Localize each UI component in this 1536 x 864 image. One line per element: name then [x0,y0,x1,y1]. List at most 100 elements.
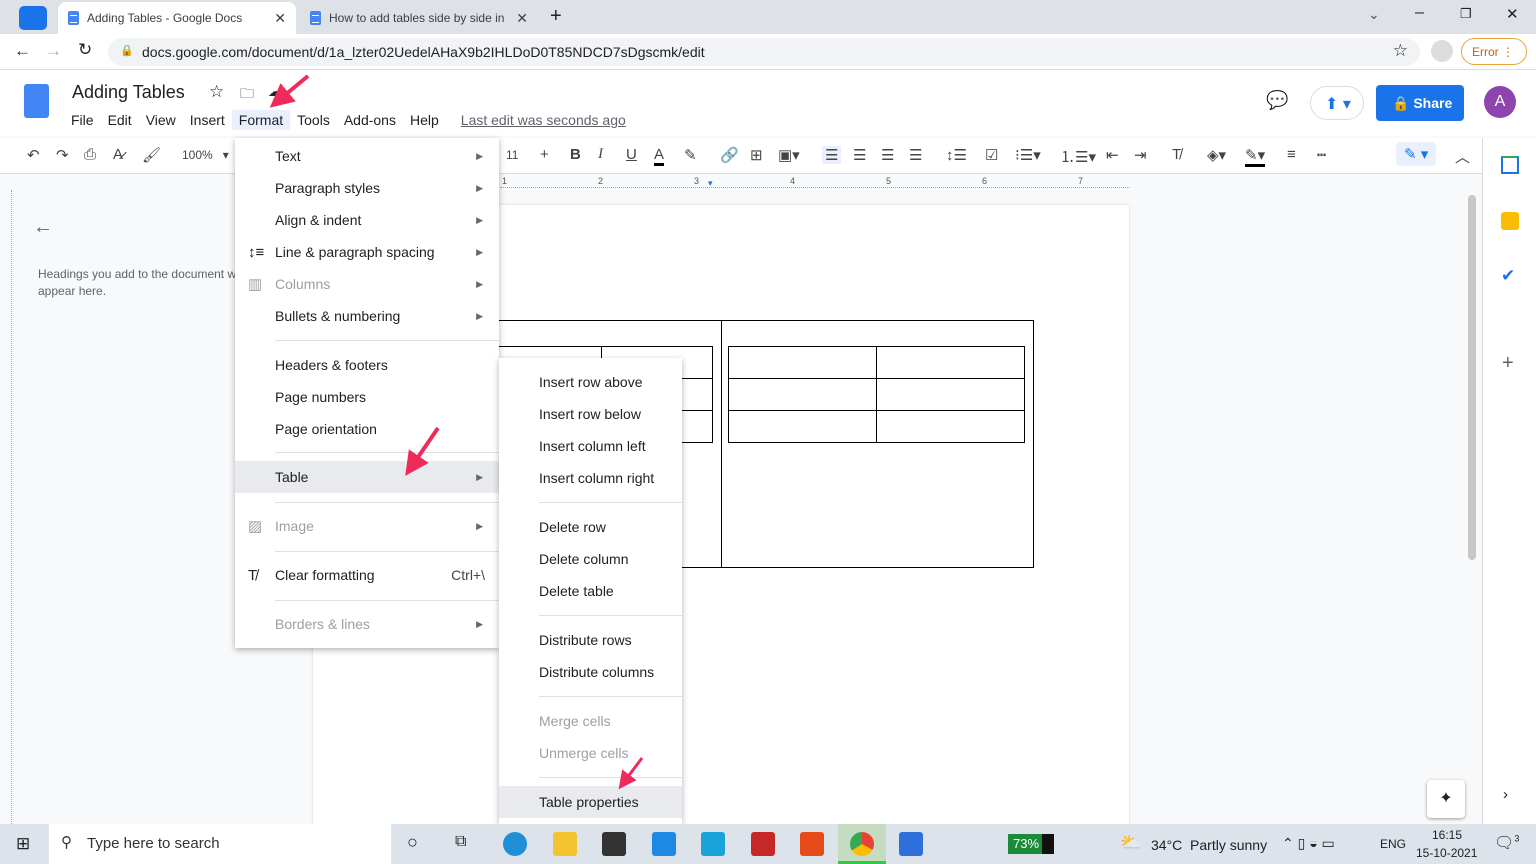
justify-icon[interactable]: ☰ [909,146,922,164]
expand-panel-icon[interactable]: › [1503,786,1508,803]
collapse-menus-icon[interactable]: ︿ [1455,146,1470,167]
menu-item-text[interactable]: Text ▶ [235,140,499,172]
undo-icon[interactable]: ↶ [27,146,40,164]
comment-history-icon[interactable]: 💬 [1266,90,1288,111]
horizontal-ruler[interactable]: 1 2 3 4 5 6 7 ▾ [500,176,1130,188]
task-view-icon[interactable]: ⧉ [455,833,466,851]
doc-title[interactable]: Adding Tables [72,82,185,103]
menu-item-bullets-numbering[interactable]: Bullets & numbering ▶ [235,300,499,332]
increase-font-icon[interactable]: + [540,146,549,163]
clock-date[interactable]: 15-10-2021 [1416,846,1477,860]
menu-file[interactable]: File [64,110,101,130]
star-icon[interactable]: ☆ [209,82,224,102]
text-color-icon[interactable]: A [654,146,665,166]
vertical-ruler[interactable] [0,190,12,824]
zoom-select[interactable]: 100% ▾ [182,148,229,162]
forward-icon[interactable]: → [45,41,62,61]
reload-icon[interactable]: ↻ [78,40,92,60]
border-dash-icon[interactable]: ┅ [1317,146,1326,164]
profile-icon[interactable] [1431,40,1453,62]
menu-tools[interactable]: Tools [290,110,337,130]
align-left-icon[interactable]: ☰ [822,146,842,164]
clear-formatting-icon[interactable]: T̸ [1172,146,1181,163]
menu-item-columns[interactable]: ▥ Columns ▶ [235,268,499,300]
bullet-list-icon[interactable]: ⁝☰▾ [1015,146,1041,164]
last-edit-link[interactable]: Last edit was seconds ago [454,110,633,130]
mcafee-icon[interactable] [751,832,775,856]
camera-app-icon[interactable] [899,832,923,856]
cell-background-icon[interactable]: ◈▾ [1207,146,1226,164]
link-icon[interactable]: 🔗 [720,146,739,164]
menu-item-delete-row[interactable]: Delete row [499,511,682,543]
tray-icons[interactable]: ⌃ ▯ ◒ ▭ [1282,835,1335,852]
redo-icon[interactable]: ↷ [56,146,69,164]
indent-marker-icon[interactable]: ▾ [708,178,713,189]
menu-item-borders-lines[interactable]: Borders & lines ▶ [235,608,499,640]
add-addon-icon[interactable]: + [1502,352,1514,375]
windows-start-icon[interactable]: ⊞ [16,834,30,854]
menu-item-headers-footers[interactable]: Headers & footers [235,349,499,381]
menu-item-paragraph-styles[interactable]: Paragraph styles ▶ [235,172,499,204]
office-icon[interactable] [800,832,824,856]
tasks-icon[interactable]: ✔ [1501,266,1515,286]
menu-item-insert-column-left[interactable]: Insert column left [499,430,682,462]
taskbar-search-input[interactable]: ⚲ Type here to search [49,824,391,864]
menu-edit[interactable]: Edit [101,110,139,130]
restore-icon[interactable]: ❐ [1460,6,1472,22]
align-center-icon[interactable]: ☰ [853,146,866,164]
font-size-field[interactable]: 11 [506,148,518,162]
menu-view[interactable]: View [139,110,183,130]
menu-item-distribute-rows[interactable]: Distribute rows [499,624,682,656]
tab-list-icon[interactable]: ⌄ [1368,6,1380,23]
increase-indent-icon[interactable]: ⇥ [1134,146,1147,164]
new-tab-icon[interactable]: + [550,5,562,28]
page-scrollbar[interactable] [1468,195,1476,560]
menu-item-page-numbers[interactable]: Page numbers [235,381,499,413]
share-button[interactable]: 🔒 Share [1376,85,1464,121]
checklist-icon[interactable]: ☑ [985,146,998,164]
print-icon[interactable]: ⎙ [84,146,96,163]
menu-item-align-indent[interactable]: Align & indent ▶ [235,204,499,236]
url-field[interactable]: 🔒 docs.google.com/document/d/1a_lzter02U… [108,38,1420,66]
menu-item-image[interactable]: ▨ Image ▶ [235,510,499,542]
align-right-icon[interactable]: ☰ [881,146,894,164]
close-tab-icon[interactable]: ✕ [516,10,528,27]
paint-format-icon[interactable]: 🖌 [142,146,161,164]
keep-icon[interactable] [1501,212,1519,230]
menu-format[interactable]: Format [231,110,291,130]
cloud-status-icon[interactable]: ☁ [268,83,282,100]
l-app-icon[interactable] [701,832,725,856]
close-tab-icon[interactable]: ✕ [274,10,286,27]
editing-mode-button[interactable]: ✎ ▾ [1396,142,1437,166]
tab-search-icon[interactable] [19,6,47,30]
menu-item-distribute-columns[interactable]: Distribute columns [499,656,682,688]
menu-item-table-properties[interactable]: Table properties [499,786,682,818]
cortana-icon[interactable]: ○ [407,832,418,853]
mail-icon[interactable] [652,832,676,856]
tab-how-to[interactable]: How to add tables side by side in ✕ [300,2,538,34]
bookmark-star-icon[interactable]: ☆ [1393,41,1408,61]
weather-icon[interactable]: ⛅ [1120,833,1141,853]
error-button[interactable]: Error ⋮ [1461,38,1527,65]
battery-indicator[interactable]: 73% [1008,834,1054,854]
clock-time[interactable]: 16:15 [1432,828,1462,842]
line-spacing-icon[interactable]: ↕☰ [946,146,967,164]
menu-item-delete-column[interactable]: Delete column [499,543,682,575]
close-outline-icon[interactable]: ← [33,216,53,239]
spellcheck-icon[interactable]: A̷ [113,146,123,163]
menu-addons[interactable]: Add-ons [337,110,403,130]
store-icon[interactable] [602,832,626,856]
bold-icon[interactable]: B [570,146,581,163]
menu-insert[interactable]: Insert [183,110,232,130]
border-color-icon[interactable]: ✎▾ [1245,146,1266,167]
menu-item-insert-row-below[interactable]: Insert row below [499,398,682,430]
close-window-icon[interactable]: ✕ [1506,5,1519,23]
docs-logo-icon[interactable] [24,84,49,118]
image-icon[interactable]: ▣▾ [778,146,800,164]
weather-text[interactable]: 34°C Partly sunny [1151,837,1267,853]
menu-item-table[interactable]: Table ▶ [235,461,499,493]
calendar-icon[interactable] [1501,156,1519,174]
underline-icon[interactable]: U [626,146,637,163]
menu-item-line-paragraph-spacing[interactable]: ↕≡ Line & paragraph spacing ▶ [235,236,499,268]
right-inner-table[interactable] [728,346,1025,443]
